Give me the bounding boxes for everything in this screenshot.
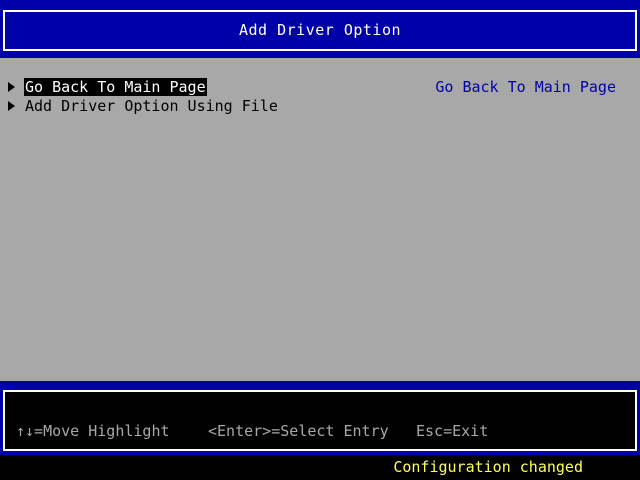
menu-area: Go Back To Main Page Add Driver Option U…	[0, 58, 640, 381]
status-message: Configuration changed	[393, 458, 583, 476]
hint-exit: Esc=Exit	[416, 422, 489, 440]
header-bar: Add Driver Option	[0, 0, 640, 58]
menu-item-label: Add Driver Option Using File	[25, 97, 278, 115]
bios-setup-screen: Add Driver Option Go Back To Main Page A…	[0, 0, 640, 480]
footer-frame: ↑↓=Move Highlight <Enter>=Select Entry E…	[3, 390, 637, 451]
menu-item-go-back[interactable]: Go Back To Main Page	[8, 78, 207, 96]
page-title: Add Driver Option	[238, 21, 402, 39]
submenu-arrow-icon	[8, 101, 15, 111]
status-bar: Configuration changed	[0, 455, 640, 480]
submenu-arrow-icon	[8, 82, 15, 92]
help-text: Go Back To Main Page	[435, 78, 616, 96]
hint-move-highlight: ↑↓=Move Highlight	[16, 422, 170, 440]
menu-item-add-driver-option-using-file[interactable]: Add Driver Option Using File	[8, 97, 279, 115]
hint-select-entry: <Enter>=Select Entry	[208, 422, 389, 440]
footer-bar: ↑↓=Move Highlight <Enter>=Select Entry E…	[0, 381, 640, 455]
menu-item-label: Go Back To Main Page	[24, 78, 207, 96]
header-frame: Add Driver Option	[3, 10, 637, 51]
